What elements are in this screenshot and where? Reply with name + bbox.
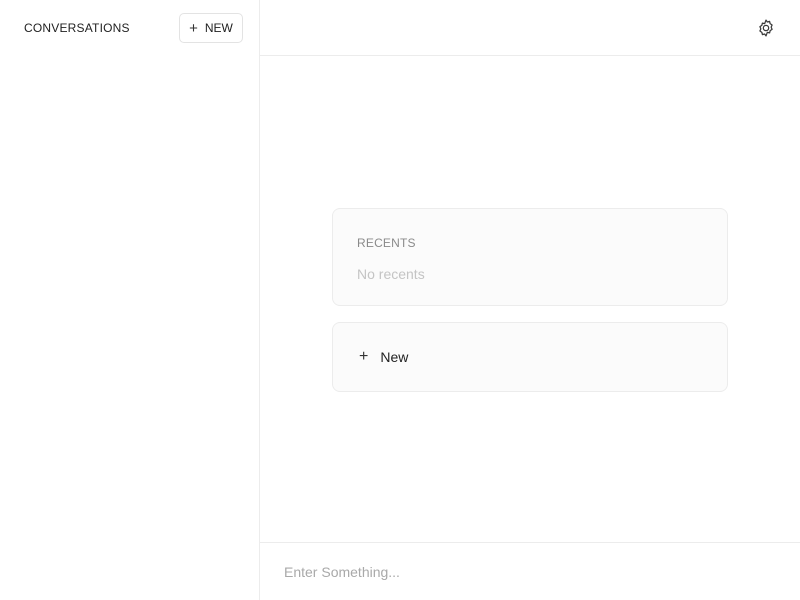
new-conversation-card-label: New (380, 349, 409, 365)
message-input-bar (260, 542, 800, 600)
plus-icon: + (359, 348, 369, 365)
recents-empty-text: No recents (357, 266, 425, 282)
new-conversation-button-label: NEW (204, 21, 233, 35)
new-conversation-button[interactable]: + NEW (179, 13, 243, 43)
app-window: CONVERSATIONS + NEW RECENTS No recents +… (0, 0, 800, 600)
message-input[interactable] (260, 543, 800, 600)
plus-icon: + (189, 19, 198, 37)
recents-label: RECENTS (357, 236, 416, 250)
recents-card: RECENTS No recents (332, 208, 728, 306)
sidebar-title: CONVERSATIONS (24, 21, 130, 35)
main-panel: RECENTS No recents + New (260, 0, 800, 600)
new-conversation-card[interactable]: + New (332, 322, 728, 392)
sidebar: CONVERSATIONS + NEW (0, 0, 260, 600)
gear-icon[interactable] (755, 17, 777, 39)
top-bar (260, 0, 800, 56)
